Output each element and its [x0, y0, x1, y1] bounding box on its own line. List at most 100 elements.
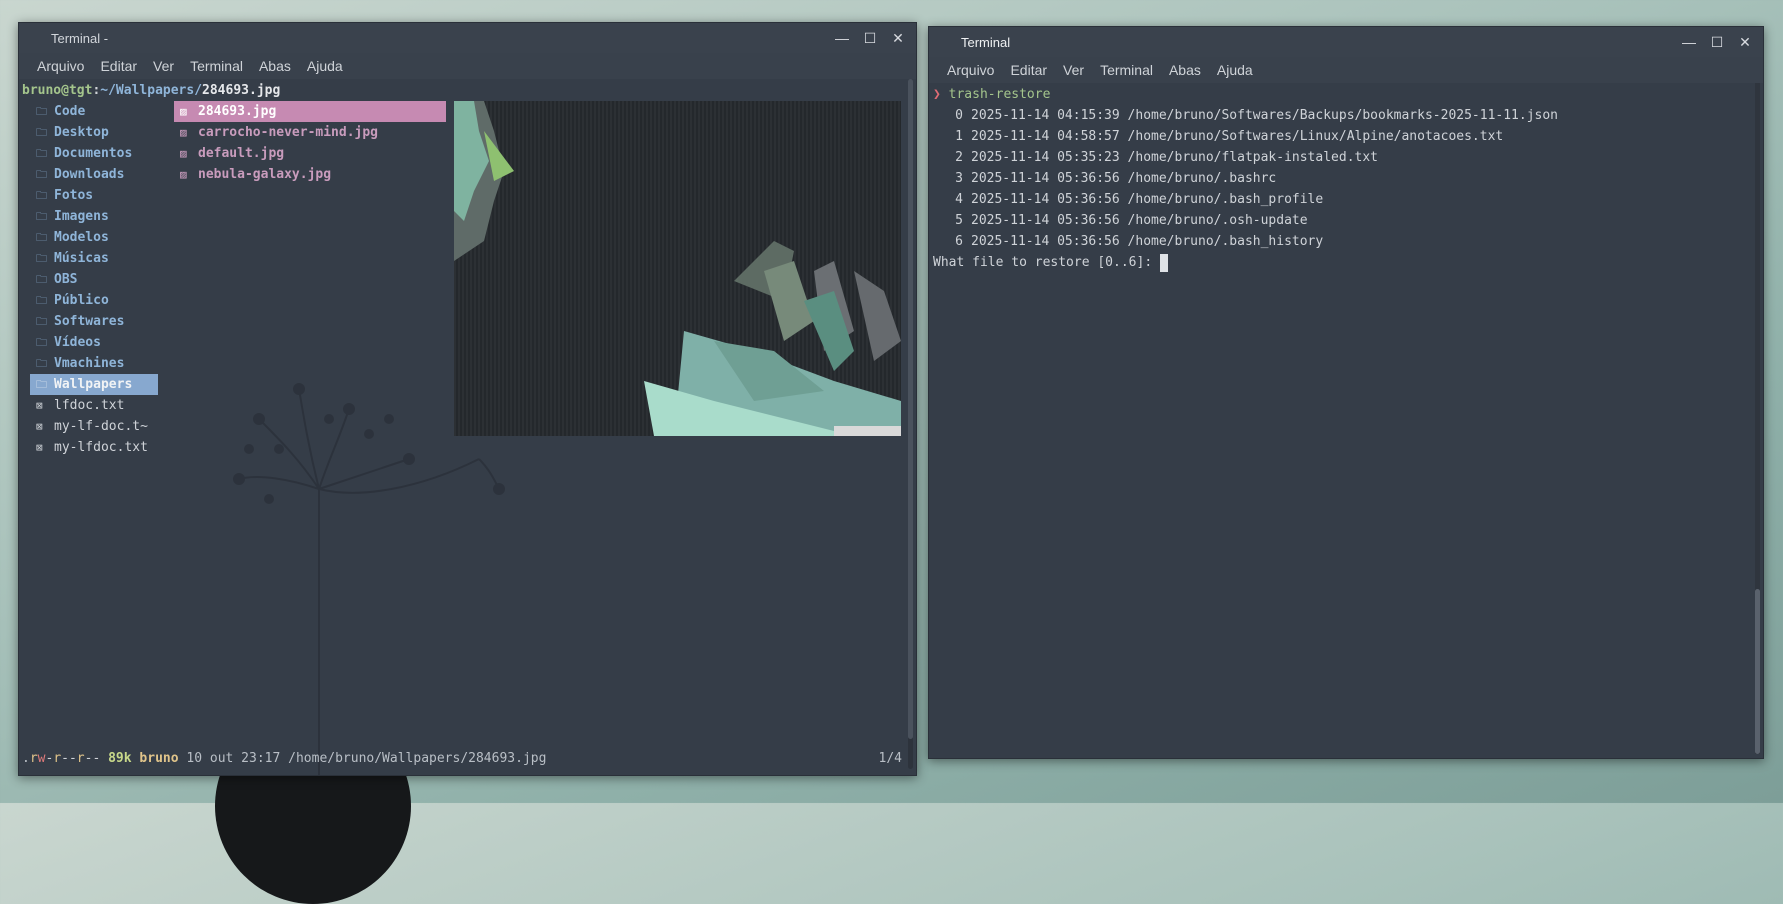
folder-icon: 🗀	[36, 189, 47, 202]
menu-ver[interactable]: Ver	[1055, 62, 1092, 78]
menu-bar: Arquivo Editar Ver Terminal Abas Ajuda	[929, 57, 1763, 83]
folder-icon: 🗀	[36, 210, 47, 223]
scrollbar[interactable]	[908, 79, 913, 769]
window-title: Terminal	[961, 34, 1011, 50]
close-button[interactable]: ✕	[1737, 34, 1753, 51]
image-file-icon: ▨	[180, 147, 187, 160]
menu-terminal[interactable]: Terminal	[1092, 62, 1161, 78]
terminal-window-lf: Terminal - — ☐ ✕ Arquivo Editar Ver Term…	[18, 22, 917, 776]
directory-list: 🗀 Code 🗀 Desktop 🗀 Documentos 🗀 Downloads 🗀 F…	[30, 101, 158, 458]
title-bar[interactable]: Terminal — ☐ ✕	[929, 27, 1763, 57]
folder-icon: 🗀	[36, 273, 47, 286]
folder-icon: 🗀	[36, 336, 47, 349]
window-title: Terminal -	[51, 30, 109, 46]
list-item-code[interactable]: 🗀 Code	[30, 101, 158, 122]
folder-icon: 🗀	[36, 315, 47, 328]
scrollbar-thumb[interactable]	[1755, 589, 1760, 754]
folder-icon: 🗀	[36, 168, 47, 181]
scrollbar-thumb[interactable]	[908, 79, 913, 739]
list-item-carrocho[interactable]: ▨ carrocho-never-mind.jpg	[174, 122, 446, 143]
file-list: ▨ 284693.jpg ▨ carrocho-never-mind.jpg ▨ de…	[174, 101, 446, 185]
menu-terminal[interactable]: Terminal	[182, 58, 251, 74]
list-item-videos[interactable]: 🗀 Vídeos	[30, 332, 158, 353]
menu-editar[interactable]: Editar	[92, 58, 145, 74]
list-item-fotos[interactable]: 🗀 Fotos	[30, 185, 158, 206]
file-position: 1/4	[878, 751, 902, 766]
list-item-wallpapers[interactable]: 🗀 Wallpapers	[30, 374, 158, 395]
folder-icon: 🗀	[36, 126, 47, 139]
prompt-arrow-icon: ❯	[933, 87, 941, 102]
list-item-lfdoc[interactable]: ⊠ lfdoc.txt	[30, 395, 158, 416]
text-cursor	[1159, 253, 1168, 272]
flower-decoration	[233, 383, 505, 775]
menu-arquivo[interactable]: Arquivo	[939, 62, 1002, 78]
image-preview	[454, 101, 901, 436]
status-line: .rw-r--r-- 89k bruno 10 out 23:17 /home/…	[22, 748, 902, 769]
wallpaper-preview-image	[454, 101, 901, 436]
trash-entry: 4 2025-11-14 05:36:56 /home/bruno/.bash_p…	[955, 192, 1324, 207]
file-info: .rw-r--r-- 89k bruno 10 out 23:17 /home/…	[22, 748, 546, 769]
text-file-icon: ⊠	[36, 399, 43, 412]
list-item-imagens[interactable]: 🗀 Imagens	[30, 206, 158, 227]
folder-icon: 🗀	[36, 231, 47, 244]
menu-bar: Arquivo Editar Ver Terminal Abas Ajuda	[19, 53, 916, 79]
file-size: 89k	[108, 751, 132, 766]
scrollbar[interactable]	[1755, 83, 1760, 754]
menu-editar[interactable]: Editar	[1002, 62, 1055, 78]
terminal-content[interactable]: ❯ trash-restore 0 2025-11-14 04:15:39 /ho…	[933, 83, 1751, 758]
list-item-default[interactable]: ▨ default.jpg	[174, 143, 446, 164]
list-item-musicas[interactable]: 🗀 Músicas	[30, 248, 158, 269]
current-path: bruno@tgt:~/Wallpapers/284693.jpg	[22, 83, 281, 98]
minimize-button[interactable]: —	[1681, 34, 1697, 51]
list-item-publico[interactable]: 🗀 Público	[30, 290, 158, 311]
terminal-content[interactable]: bruno@tgt:~/Wallpapers/284693.jpg 🗀 Code …	[19, 79, 916, 775]
restore-prompt[interactable]: What file to restore [0..6]:	[933, 252, 1751, 273]
permissions: .rw-r--r--	[22, 751, 101, 766]
list-item-obs[interactable]: 🗀 OBS	[30, 269, 158, 290]
list-item-nebula[interactable]: ▨ nebula-galaxy.jpg	[174, 164, 446, 185]
list-item-softwares[interactable]: 🗀 Softwares	[30, 311, 158, 332]
text-file-icon: ⊠	[36, 420, 43, 433]
trash-entry: 2 2025-11-14 05:35:23 /home/bruno/flatpak…	[955, 150, 1378, 165]
text-file-icon: ⊠	[36, 441, 43, 454]
trash-entry: 6 2025-11-14 05:36:56 /home/bruno/.bash_h…	[955, 234, 1324, 249]
trash-entry: 1 2025-11-14 04:58:57 /home/bruno/Softwar…	[955, 129, 1504, 144]
image-file-icon: ▨	[180, 126, 187, 139]
image-file-icon: ▨	[180, 168, 187, 181]
folder-icon: 🗀	[36, 357, 47, 370]
trash-entry: 3 2025-11-14 05:36:56 /home/bruno/.bashrc	[955, 171, 1277, 186]
menu-abas[interactable]: Abas	[1161, 62, 1209, 78]
folder-icon: 🗀	[36, 147, 47, 160]
list-item-modelos[interactable]: 🗀 Modelos	[30, 227, 158, 248]
file-owner: bruno	[139, 751, 179, 766]
file-path: /home/bruno/Wallpapers/284693.jpg	[288, 751, 547, 766]
folder-icon: 🗀	[36, 294, 47, 307]
list-item-my-lf-doc[interactable]: ⊠ my-lf-doc.t~	[30, 416, 158, 437]
list-item-my-lfdoc[interactable]: ⊠ my-lfdoc.txt	[30, 437, 158, 458]
title-bar[interactable]: Terminal - — ☐ ✕	[19, 23, 916, 53]
maximize-button[interactable]: ☐	[1709, 34, 1725, 51]
menu-ajuda[interactable]: Ajuda	[1209, 62, 1261, 78]
list-item-284693[interactable]: ▨ 284693.jpg	[174, 101, 446, 122]
list-item-vmachines[interactable]: 🗀 Vmachines	[30, 353, 158, 374]
trash-entry: 0 2025-11-14 04:15:39 /home/bruno/Softwar…	[955, 108, 1559, 123]
terminal-window-trash: Terminal — ☐ ✕ Arquivo Editar Ver Termin…	[928, 26, 1764, 759]
folder-icon: 🗀	[36, 252, 47, 265]
command-line: ❯ trash-restore	[933, 84, 1751, 105]
image-file-icon: ▨	[180, 105, 187, 118]
file-date: 10 out 23:17	[186, 751, 281, 766]
command-text: trash-restore	[948, 87, 1051, 102]
menu-abas[interactable]: Abas	[251, 58, 299, 74]
folder-icon: 🗀	[36, 378, 47, 391]
list-item-documentos[interactable]: 🗀 Documentos	[30, 143, 158, 164]
folder-icon: 🗀	[36, 105, 47, 118]
list-item-downloads[interactable]: 🗀 Downloads	[30, 164, 158, 185]
close-button[interactable]: ✕	[890, 30, 906, 47]
minimize-button[interactable]: —	[834, 30, 850, 47]
menu-ver[interactable]: Ver	[145, 58, 182, 74]
list-item-desktop[interactable]: 🗀 Desktop	[30, 122, 158, 143]
maximize-button[interactable]: ☐	[862, 30, 878, 47]
menu-arquivo[interactable]: Arquivo	[29, 58, 92, 74]
trash-entry: 5 2025-11-14 05:36:56 /home/bruno/.osh-up…	[955, 213, 1308, 228]
menu-ajuda[interactable]: Ajuda	[299, 58, 351, 74]
